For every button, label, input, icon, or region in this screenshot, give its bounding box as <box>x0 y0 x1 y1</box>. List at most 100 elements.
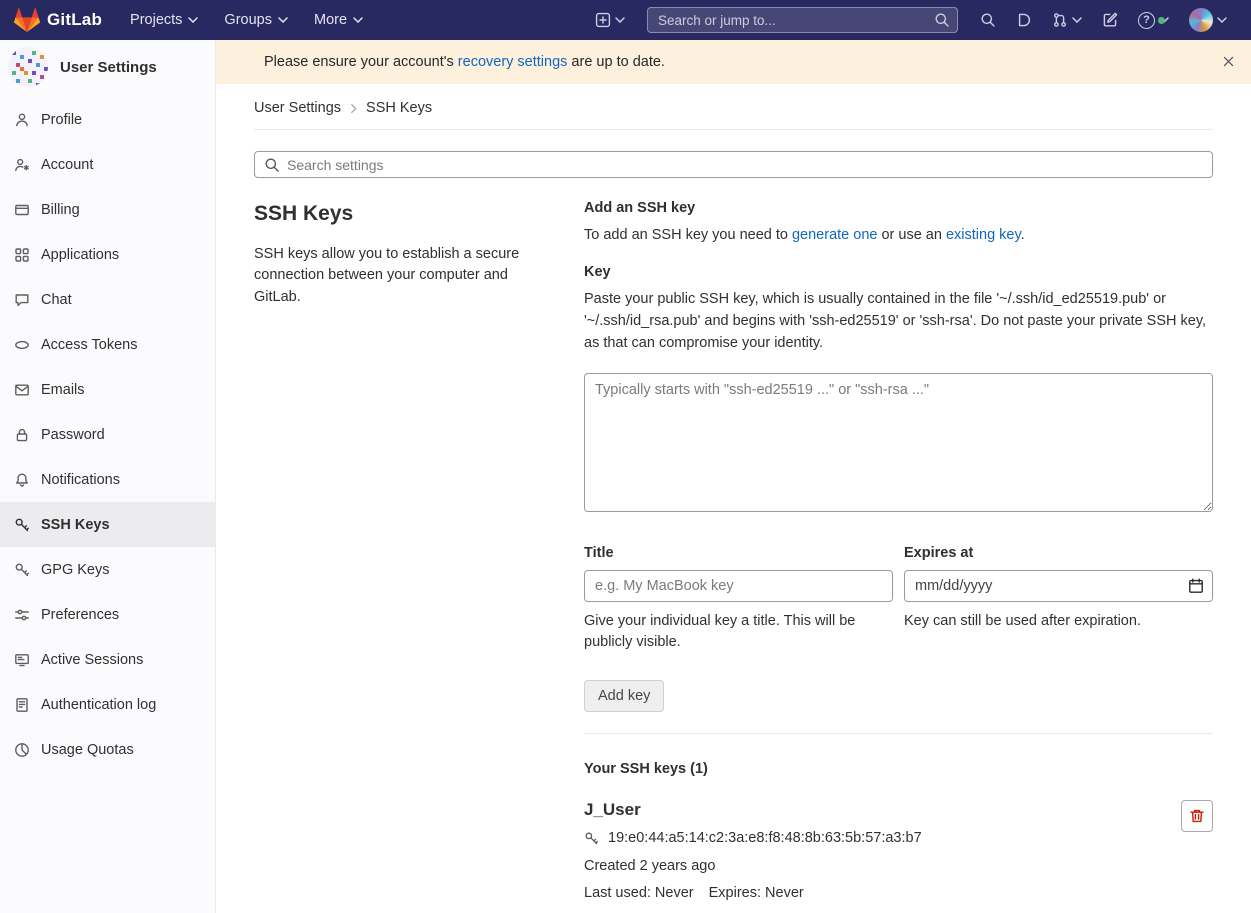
key-icon <box>584 831 599 846</box>
close-icon <box>1222 55 1235 68</box>
chevron-down-icon <box>1217 17 1227 23</box>
global-search <box>647 7 958 33</box>
title-input[interactable] <box>584 570 893 602</box>
log-icon <box>14 697 30 713</box>
sidebar-item-account[interactable]: Account <box>0 142 215 187</box>
intro-text: . <box>1021 227 1025 243</box>
settings-search <box>254 151 1213 178</box>
user-avatar <box>1189 8 1213 32</box>
search-button[interactable] <box>970 12 1006 28</box>
sidebar-item-authentication-log[interactable]: Authentication log <box>0 682 215 727</box>
ssh-key-created: Created 2 years ago <box>584 858 922 874</box>
more-menu[interactable]: More <box>314 12 363 28</box>
sidebar-item-label: Emails <box>41 382 85 398</box>
sidebar-item-password[interactable]: Password <box>0 412 215 457</box>
section-divider <box>584 733 1213 734</box>
ssh-key-list-item: J_User 19:e0:44:a5:14:c2:3a:e8:f8:48:8b:… <box>584 800 1213 901</box>
settings-search-input[interactable] <box>254 151 1213 178</box>
ssh-key-details: J_User 19:e0:44:a5:14:c2:3a:e8:f8:48:8b:… <box>584 800 922 901</box>
chevron-down-icon <box>278 17 288 23</box>
todos-button[interactable] <box>1092 12 1128 28</box>
sidebar-item-profile[interactable]: Profile <box>0 97 215 142</box>
sidebar-item-chat[interactable]: Chat <box>0 277 215 322</box>
more-menu-label: More <box>314 12 347 28</box>
groups-menu-label: Groups <box>224 12 272 28</box>
settings-content: User Settings SSH Keys SSH Keys SSH keys… <box>216 84 1251 901</box>
key-label: Key <box>584 264 1213 280</box>
ssh-key-name: J_User <box>584 800 922 820</box>
user-menu[interactable] <box>1179 8 1237 32</box>
ssh-key-textarea[interactable] <box>584 373 1213 512</box>
key-icon <box>14 562 30 578</box>
your-ssh-keys-heading: Your SSH keys (1) <box>584 761 1213 777</box>
sidebar-item-billing[interactable]: Billing <box>0 187 215 232</box>
sliders-icon <box>14 607 30 623</box>
ssh-key-fingerprint-row: 19:e0:44:a5:14:c2:3a:e8:f8:48:8b:63:5b:5… <box>584 830 922 846</box>
ssh-key-last-used: Last used: Never <box>584 885 694 901</box>
section-description-column: SSH Keys SSH keys allow you to establish… <box>254 198 584 901</box>
chat-bubble-icon <box>14 292 30 308</box>
expires-field: Expires at Key can still be used after e… <box>904 545 1213 653</box>
breadcrumb-ssh-keys: SSH Keys <box>366 100 432 116</box>
monitor-icon <box>14 652 30 668</box>
add-ssh-key-heading: Add an SSH key <box>584 200 1213 216</box>
sidebar-item-active-sessions[interactable]: Active Sessions <box>0 637 215 682</box>
existing-key-link[interactable]: existing key <box>946 227 1021 243</box>
sidebar-item-applications[interactable]: Applications <box>0 232 215 277</box>
page-title: SSH Keys <box>254 202 554 226</box>
sidebar-title: User Settings <box>60 59 157 76</box>
breadcrumb: User Settings SSH Keys <box>254 84 1213 130</box>
alert-close-button[interactable] <box>1217 50 1240 73</box>
expires-date-input[interactable] <box>904 570 1213 602</box>
calendar-icon[interactable] <box>1188 578 1204 594</box>
sidebar-item-access-tokens[interactable]: Access Tokens <box>0 322 215 367</box>
global-search-input[interactable] <box>647 7 958 33</box>
todos-icon <box>1102 12 1118 28</box>
section-description: SSH keys allow you to establish a secure… <box>254 244 554 308</box>
help-menu[interactable]: ? <box>1128 12 1179 29</box>
sidebar-item-usage-quotas[interactable]: Usage Quotas <box>0 727 215 772</box>
sidebar-item-label: Access Tokens <box>41 337 137 353</box>
projects-menu-label: Projects <box>130 12 182 28</box>
add-key-button[interactable]: Add key <box>584 680 664 712</box>
credit-card-icon <box>14 202 30 218</box>
top-navbar: GitLab Projects Groups More <box>0 0 1251 40</box>
new-menu[interactable] <box>585 12 635 28</box>
sidebar-item-ssh-keys[interactable]: SSH Keys <box>0 502 215 547</box>
section-form-column: Add an SSH key To add an SSH key you nee… <box>584 198 1213 901</box>
projects-menu[interactable]: Projects <box>130 12 198 28</box>
trash-icon <box>1189 808 1205 824</box>
title-field: Title Give your individual key a title. … <box>584 545 893 653</box>
title-expires-row: Title Give your individual key a title. … <box>584 545 1213 653</box>
sidebar-item-label: Preferences <box>41 607 119 623</box>
delete-key-button[interactable] <box>1181 800 1213 832</box>
expires-help-text: Key can still be used after expiration. <box>904 611 1213 632</box>
sidebar-item-label: Authentication log <box>41 697 156 713</box>
sidebar-item-notifications[interactable]: Notifications <box>0 457 215 502</box>
sidebar-item-label: Active Sessions <box>41 652 143 668</box>
alert-text: Please ensure your account's recovery se… <box>264 54 665 70</box>
user-settings-avatar <box>8 47 48 87</box>
sidebar-item-emails[interactable]: Emails <box>0 367 215 412</box>
key-icon <box>14 517 30 533</box>
sidebar-item-label: Notifications <box>41 472 120 488</box>
chevron-down-icon <box>615 17 625 23</box>
account-icon <box>14 157 30 173</box>
generate-one-link[interactable]: generate one <box>792 227 877 243</box>
merge-requests-menu[interactable] <box>1042 12 1092 28</box>
pie-chart-icon <box>14 742 30 758</box>
sidebar-item-label: Chat <box>41 292 72 308</box>
search-icon <box>264 157 280 173</box>
recovery-settings-link[interactable]: recovery settings <box>458 54 568 70</box>
gitlab-logo[interactable]: GitLab <box>14 8 102 32</box>
issues-button[interactable] <box>1006 12 1042 28</box>
profile-icon <box>14 112 30 128</box>
plus-square-icon <box>595 12 611 28</box>
chevron-down-icon <box>188 17 198 23</box>
groups-menu[interactable]: Groups <box>224 12 288 28</box>
bell-icon <box>14 472 30 488</box>
breadcrumb-user-settings[interactable]: User Settings <box>254 100 341 116</box>
grid-icon <box>14 247 30 263</box>
sidebar-item-gpg-keys[interactable]: GPG Keys <box>0 547 215 592</box>
sidebar-item-preferences[interactable]: Preferences <box>0 592 215 637</box>
